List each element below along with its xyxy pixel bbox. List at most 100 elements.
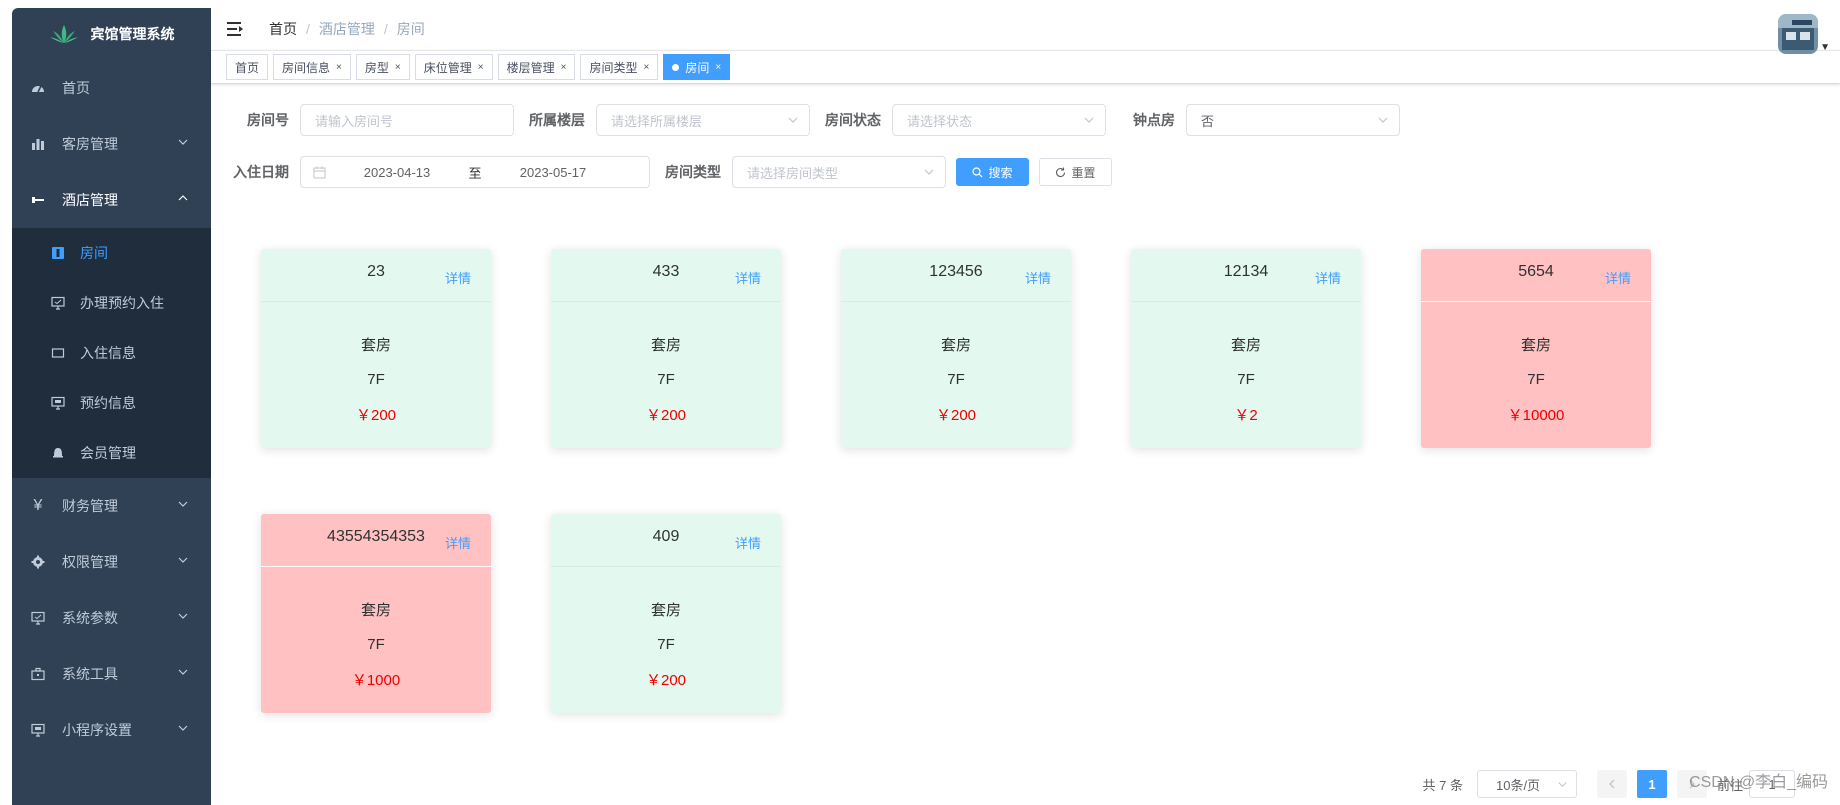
room-card-header: 43554354353 详情 — [261, 514, 491, 567]
monitor-icon — [30, 722, 46, 738]
dashboard-icon — [30, 80, 46, 96]
room-card[interactable]: 43554354353 详情 套房 7F ￥1000 — [261, 514, 491, 713]
room-detail-link[interactable]: 详情 — [735, 268, 761, 287]
room-type: 套房 — [360, 337, 391, 354]
room-type: 套房 — [650, 337, 681, 354]
close-icon[interactable]: × — [643, 62, 649, 73]
sidebar-item-label: 客房管理 — [62, 136, 118, 152]
room-card[interactable]: 433 详情 套房 7F ￥200 — [551, 249, 781, 448]
room-detail-link[interactable]: 详情 — [1605, 268, 1631, 287]
monitor-icon — [50, 295, 66, 311]
sidebar-item-label: 小程序设置 — [62, 722, 132, 738]
monitor-icon — [30, 610, 46, 626]
chevron-down-icon — [178, 557, 188, 563]
room-no-input[interactable]: 请输入房间号 — [300, 104, 514, 136]
room-card-body: 套房 7F ￥200 — [841, 334, 1071, 425]
chart-bar-icon — [30, 136, 46, 152]
sidebar-subitem-room[interactable]: 房间 — [12, 228, 211, 278]
avatar[interactable] — [1778, 14, 1818, 54]
page-number-current[interactable]: 1 — [1636, 770, 1667, 798]
sidebar-subitem-checkin-info[interactable]: 入住信息 — [12, 328, 211, 378]
sidebar-item-label: 系统工具 — [62, 666, 118, 682]
door-icon — [50, 245, 66, 261]
sidebar-item-system-tools[interactable]: 系统工具 — [12, 646, 211, 702]
sidebar-subitem-checkin-booking[interactable]: 办理预约入住 — [12, 278, 211, 328]
room-floor: 7F — [657, 636, 675, 653]
room-price: ￥200 — [935, 407, 977, 424]
sidebar-item-permissions[interactable]: 权限管理 — [12, 534, 211, 590]
breadcrumb-separator: / — [383, 21, 388, 37]
search-button-label: 搜索 — [988, 165, 1013, 180]
tag-floor-management[interactable]: 楼层管理 × — [497, 54, 576, 80]
gear-icon — [30, 554, 46, 570]
type-placeholder: 请选择房间类型 — [747, 165, 839, 181]
room-detail-link[interactable]: 详情 — [445, 533, 471, 552]
status-select[interactable]: 请选择状态 — [892, 104, 1106, 136]
sidebar-item-room-management[interactable]: 客房管理 — [12, 116, 211, 172]
tag-home[interactable]: 首页 — [226, 54, 269, 80]
filter-row-2: 入住日期 2023-04-13 至 2023-05-17 房间类型 请选择房间类… — [231, 156, 1112, 188]
close-icon[interactable]: × — [336, 62, 342, 73]
sidebar-item-miniapp-settings[interactable]: 小程序设置 — [12, 702, 211, 758]
close-icon[interactable]: × — [715, 62, 721, 73]
chevron-left-icon — [1609, 779, 1615, 789]
sidebar-subitem-member[interactable]: 会员管理 — [12, 428, 211, 478]
sidebar-item-home[interactable]: 首页 — [12, 60, 211, 116]
sidebar-subitem-label: 办理预约入住 — [80, 295, 164, 311]
close-icon[interactable]: × — [478, 62, 484, 73]
room-card-body: 套房 7F ￥200 — [261, 334, 491, 425]
room-floor: 7F — [947, 371, 965, 388]
prev-page-button[interactable] — [1596, 770, 1627, 798]
tag-room[interactable]: 房间 × — [663, 54, 731, 80]
room-floor: 7F — [367, 371, 385, 388]
type-select[interactable]: 请选择房间类型 — [732, 156, 946, 188]
chevron-down-icon — [178, 613, 188, 619]
chevron-down-icon — [788, 117, 798, 123]
room-detail-link[interactable]: 详情 — [445, 268, 471, 287]
room-detail-link[interactable]: 详情 — [1025, 268, 1051, 287]
floor-label: 所属楼层 — [529, 112, 585, 128]
room-card[interactable]: 409 详情 套房 7F ￥200 — [551, 514, 781, 713]
breadcrumb-home[interactable]: 首页 — [269, 19, 297, 39]
hourly-value: 否 — [1201, 113, 1215, 129]
hourly-select[interactable]: 否 — [1186, 104, 1400, 136]
page-size-select[interactable]: 10条/页 — [1476, 770, 1577, 798]
tag-bed-management[interactable]: 床位管理 × — [414, 54, 493, 80]
date-separator: 至 — [468, 165, 482, 181]
sidebar-item-system-params[interactable]: 系统参数 — [12, 590, 211, 646]
date-range-picker[interactable]: 2023-04-13 至 2023-05-17 — [300, 156, 650, 188]
hourly-label: 钟点房 — [1133, 112, 1175, 128]
tag-label: 首页 — [235, 60, 260, 75]
room-detail-link[interactable]: 详情 — [735, 533, 761, 552]
monitor-icon — [50, 395, 66, 411]
chevron-up-icon — [178, 195, 188, 201]
tag-room-category[interactable]: 房间类型 × — [580, 54, 659, 80]
sidebar-item-finance[interactable]: ¥ 财务管理 — [12, 478, 211, 534]
room-card[interactable]: 23 详情 套房 7F ￥200 — [261, 249, 491, 448]
logo[interactable]: 宾馆管理系统 — [12, 8, 211, 60]
sidebar-subitem-booking-info[interactable]: 预约信息 — [12, 378, 211, 428]
room-card[interactable]: 123456 详情 套房 7F ￥200 — [841, 249, 1071, 448]
tags-view: 首页 房间信息 × 房型 × 床位管理 × 楼层管理 × 房间类型 × 房间 × — [211, 50, 1840, 84]
tag-label: 房型 — [364, 60, 389, 75]
tag-room-type-short[interactable]: 房型 × — [355, 54, 410, 80]
reset-button[interactable]: 重置 — [1039, 158, 1112, 186]
close-icon[interactable]: × — [561, 62, 567, 73]
hamburger-icon[interactable] — [227, 20, 245, 38]
search-button[interactable]: 搜索 — [956, 158, 1029, 186]
room-detail-link[interactable]: 详情 — [1315, 268, 1341, 287]
date-start: 2023-04-13 — [363, 164, 431, 180]
close-icon[interactable]: × — [395, 62, 401, 73]
caret-down-icon[interactable]: ▼ — [1820, 42, 1830, 53]
room-card-header: 5654 详情 — [1421, 249, 1651, 302]
search-icon — [972, 166, 983, 177]
room-card[interactable]: 5654 详情 套房 7F ￥10000 — [1421, 249, 1651, 448]
breadcrumb: 首页 / 酒店管理 / 房间 — [269, 19, 425, 39]
tag-room-info[interactable]: 房间信息 × — [273, 54, 351, 80]
status-label: 房间状态 — [825, 112, 881, 128]
room-card[interactable]: 12134 详情 套房 7F ￥2 — [1131, 249, 1361, 448]
floor-select[interactable]: 请选择所属楼层 — [596, 104, 810, 136]
sidebar-item-hotel-management[interactable]: 酒店管理 — [12, 172, 211, 228]
room-floor: 7F — [367, 636, 385, 653]
left-gutter — [0, 0, 12, 805]
